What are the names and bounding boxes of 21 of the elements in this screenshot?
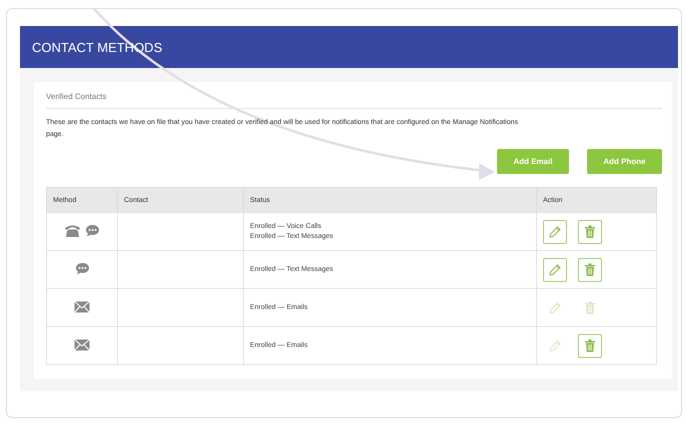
chat-bubble-icon [74, 262, 90, 275]
envelope-icon [74, 300, 90, 312]
add-button[interactable]: Add Email [497, 149, 569, 174]
add-button[interactable]: Add Phone [587, 149, 662, 174]
trash-icon [584, 262, 596, 276]
envelope-icon [74, 338, 90, 350]
delete-button[interactable] [578, 220, 602, 244]
trash-icon [584, 338, 596, 352]
chat-bubble-icon [85, 224, 100, 237]
telephone-icon [64, 224, 81, 238]
section-title: Verified Contacts [46, 92, 108, 101]
trash-icon [584, 224, 596, 238]
trash-icon [584, 300, 596, 314]
pencil-icon [548, 262, 562, 276]
pencil-icon [548, 300, 562, 314]
pencil-icon [548, 224, 562, 238]
edit-button[interactable] [543, 258, 567, 282]
delete-button[interactable] [578, 258, 602, 282]
delete-button[interactable] [578, 334, 602, 358]
pencil-icon [548, 338, 562, 352]
edit-button[interactable] [543, 220, 567, 244]
